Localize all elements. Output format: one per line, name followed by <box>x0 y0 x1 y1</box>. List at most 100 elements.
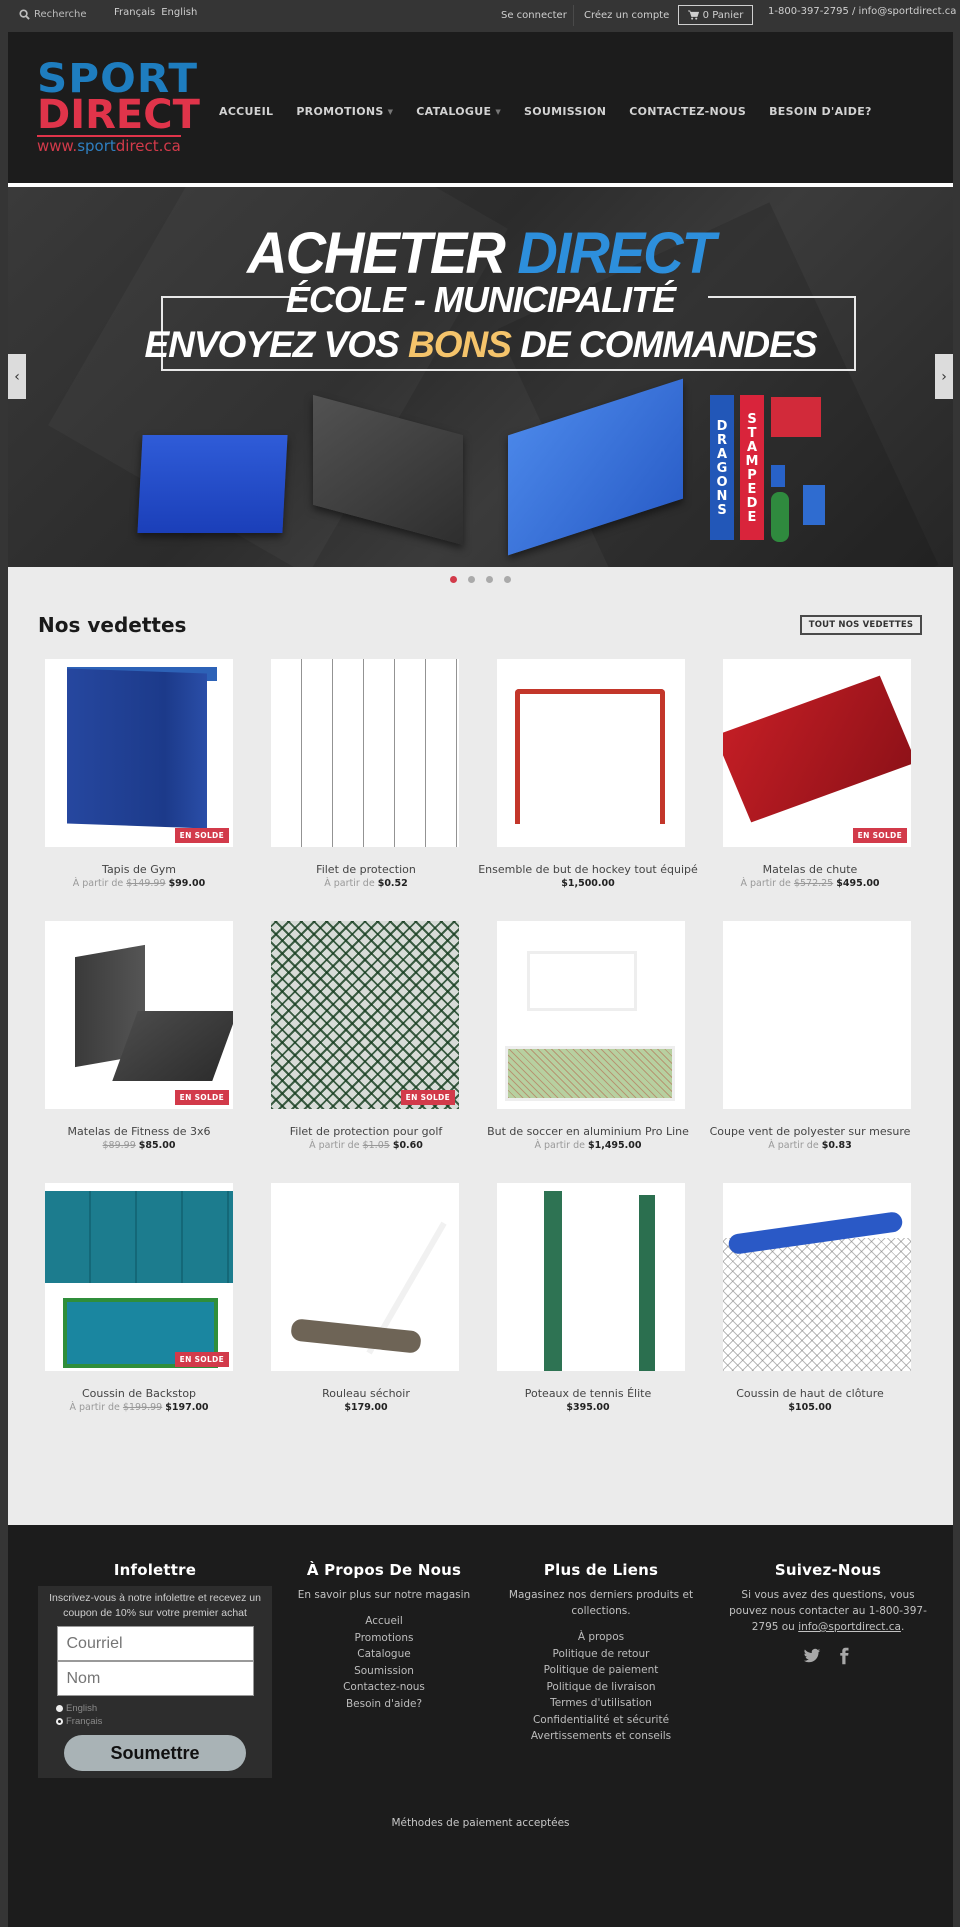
current-price: $1,500.00 <box>561 878 615 889</box>
footer-link[interactable]: Accueil <box>365 1615 403 1627</box>
radio-english[interactable]: English <box>56 1702 267 1715</box>
slider-dot[interactable] <box>450 576 457 583</box>
product-image[interactable] <box>723 1183 911 1371</box>
product-card[interactable]: EN SOLDE Matelas de Fitness de 3x6 $89.9… <box>8 921 235 1183</box>
hero-square-pad <box>803 485 825 525</box>
old-price: $149.99 <box>126 878 166 889</box>
footer-link[interactable]: Contactez-nous <box>343 1681 425 1693</box>
footer-link[interactable]: Catalogue <box>357 1648 410 1660</box>
chevron-left-icon: ‹ <box>14 368 20 385</box>
product-image[interactable] <box>271 1183 459 1371</box>
product-card[interactable]: Filet de protection À partir de $0.52 <box>235 659 462 921</box>
lang-french[interactable]: Français <box>114 7 155 18</box>
footer-link[interactable]: Politique de retour <box>553 1648 650 1660</box>
hero-cta-pre: ENVOYEZ VOS <box>144 324 399 365</box>
footer-link[interactable]: À propos <box>578 1631 624 1643</box>
slider-dot[interactable] <box>468 576 475 583</box>
product-card[interactable]: EN SOLDE Tapis de Gym À partir de $149.9… <box>8 659 235 921</box>
product-card[interactable]: But de soccer en aluminium Pro Line À pa… <box>462 921 689 1183</box>
footer-link[interactable]: Politique de paiement <box>544 1664 659 1676</box>
product-image[interactable]: EN SOLDE <box>271 921 459 1109</box>
product-image[interactable]: EN SOLDE <box>45 921 233 1109</box>
product-image[interactable] <box>497 659 685 847</box>
footer-link[interactable]: Termes d'utilisation <box>550 1697 652 1709</box>
product-image[interactable]: EN SOLDE <box>45 1183 233 1371</box>
slider-prev-button[interactable]: ‹ <box>8 354 26 399</box>
hero-slider[interactable]: ACHETER DIRECT ÉCOLE - MUNICIPALITÉ ENVO… <box>8 187 953 567</box>
current-price: $85.00 <box>138 1140 176 1151</box>
product-card[interactable]: Ensemble de but de hockey tout équipé $1… <box>462 659 698 921</box>
product-card[interactable]: EN SOLDE Filet de protection pour golf À… <box>235 921 462 1183</box>
hero-round-pad <box>771 492 789 542</box>
footer-link[interactable]: Confidentialité et sécurité <box>533 1714 669 1726</box>
product-name[interactable]: Filet de protection <box>316 863 416 876</box>
register-link[interactable]: Créez un compte <box>584 10 669 21</box>
nav-catalogue[interactable]: CATALOGUE ▼ <box>416 105 501 118</box>
product-card[interactable]: EN SOLDE Matelas de chute À partir de $5… <box>689 659 916 921</box>
slider-dot[interactable] <box>504 576 511 583</box>
product-name[interactable]: Poteaux de tennis Élite <box>525 1387 651 1400</box>
search-link[interactable]: Recherche <box>19 9 87 20</box>
logo-url-prefix: www. <box>37 137 78 155</box>
product-name[interactable]: Rouleau séchoir <box>322 1387 410 1400</box>
footer-link-item: Contactez-nous <box>278 1679 490 1696</box>
footer-email-link[interactable]: info@sportdirect.ca <box>798 1621 901 1633</box>
product-name[interactable]: Coussin de Backstop <box>82 1387 196 1400</box>
view-all-featured-button[interactable]: TOUT NOS VEDETTES <box>800 615 922 635</box>
product-name[interactable]: Tapis de Gym <box>102 863 176 876</box>
nav-soumission[interactable]: SOUMISSION <box>524 105 606 118</box>
product-image[interactable]: EN SOLDE <box>723 659 911 847</box>
language-switcher: Français English <box>114 7 197 18</box>
product-card[interactable]: Coussin de haut de clôture $105.00 <box>689 1183 916 1445</box>
top-bar: Recherche Français English Se connecter … <box>0 0 960 32</box>
nav-accueil[interactable]: ACCUEIL <box>219 105 273 118</box>
product-name[interactable]: Ensemble de but de hockey tout équipé <box>478 863 698 876</box>
twitter-link[interactable] <box>803 1647 821 1669</box>
hero-title-white: ACHETER <box>247 219 506 286</box>
nav-label: BESOIN D'AIDE? <box>769 105 872 118</box>
logo-direct: DIRECT <box>37 92 200 138</box>
product-image[interactable] <box>497 1183 685 1371</box>
footer-link[interactable]: Soumission <box>354 1665 414 1677</box>
product-image[interactable] <box>271 659 459 847</box>
product-name[interactable]: Matelas de chute <box>763 863 858 876</box>
radio-button-selected[interactable] <box>56 1718 63 1725</box>
site-logo[interactable]: SPORT DIRECT www.sportdirect.ca <box>37 59 200 161</box>
product-name[interactable]: Filet de protection pour golf <box>290 1125 443 1138</box>
footer-link[interactable]: Besoin d'aide? <box>346 1698 422 1710</box>
footer-link[interactable]: Promotions <box>355 1632 414 1644</box>
newsletter-blurb: Inscrivez-vous à notre infolettre et rec… <box>49 1592 261 1619</box>
product-grid: EN SOLDE Tapis de Gym À partir de $149.9… <box>8 659 953 1445</box>
product-image[interactable] <box>497 921 685 1109</box>
radio-button[interactable] <box>56 1705 63 1712</box>
footer-link[interactable]: Avertissements et conseils <box>531 1730 671 1742</box>
nav-promotions[interactable]: PROMOTIONS ▼ <box>296 105 393 118</box>
product-card[interactable]: EN SOLDE Coussin de Backstop À partir de… <box>8 1183 235 1445</box>
slider-dot[interactable] <box>486 576 493 583</box>
product-info: Ensemble de but de hockey tout équipé $1… <box>477 858 699 890</box>
newsletter-name-input[interactable] <box>56 1661 254 1696</box>
follow-text: Si vous avez des questions, vous pouvez … <box>723 1587 933 1635</box>
facebook-link[interactable] <box>835 1647 853 1669</box>
slider-next-button[interactable]: › <box>935 354 953 399</box>
footer-link[interactable]: Politique de livraison <box>546 1681 655 1693</box>
product-name[interactable]: But de soccer en aluminium Pro Line <box>487 1125 689 1138</box>
radio-french[interactable]: Français <box>56 1715 267 1728</box>
cart-button[interactable]: 0 Panier <box>678 5 753 25</box>
nav-help[interactable]: BESOIN D'AIDE? <box>769 105 872 118</box>
product-card[interactable]: Rouleau séchoir $179.00 <box>235 1183 462 1445</box>
newsletter-email-input[interactable] <box>56 1626 254 1661</box>
product-card[interactable]: Coupe vent de polyester sur mesure À par… <box>689 921 916 1183</box>
product-card[interactable]: Poteaux de tennis Élite $395.00 <box>462 1183 689 1445</box>
nav-contact[interactable]: CONTACTEZ-NOUS <box>629 105 746 118</box>
product-name[interactable]: Matelas de Fitness de 3x6 <box>68 1125 211 1138</box>
lang-english[interactable]: English <box>161 7 197 18</box>
product-image[interactable] <box>723 921 911 1109</box>
search-label: Recherche <box>34 9 87 20</box>
product-name[interactable]: Coupe vent de polyester sur mesure <box>710 1125 911 1138</box>
product-name[interactable]: Coussin de haut de clôture <box>736 1387 884 1400</box>
newsletter-submit-button[interactable]: Soumettre <box>64 1735 246 1771</box>
login-link[interactable]: Se connecter <box>501 10 567 21</box>
product-image[interactable]: EN SOLDE <box>45 659 233 847</box>
nav-label: CONTACTEZ-NOUS <box>629 105 747 118</box>
